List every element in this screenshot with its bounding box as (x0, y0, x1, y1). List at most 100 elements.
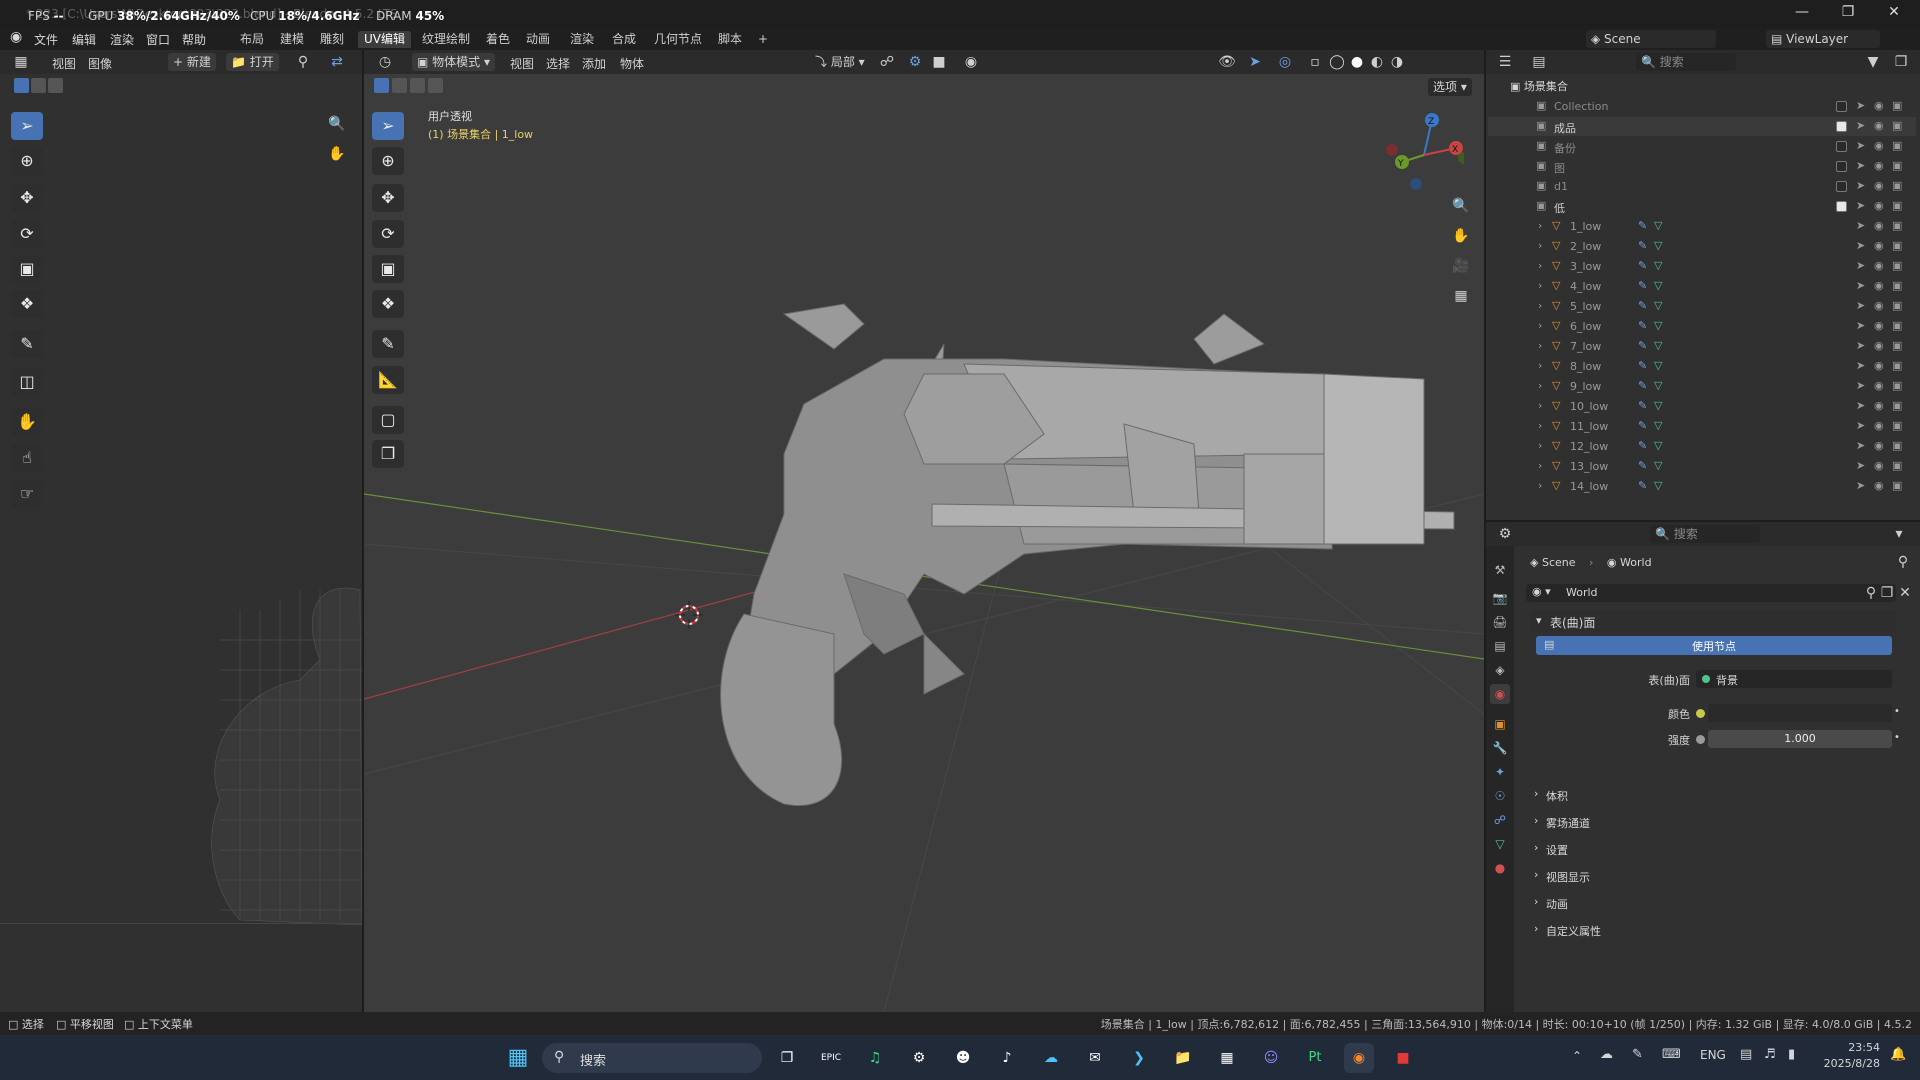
network-icon[interactable]: ▤ (1740, 1047, 1752, 1062)
clock-date[interactable]: 2025/8/28 (1812, 1057, 1880, 1070)
annotate-tool-icon[interactable]: ✎ (11, 330, 43, 358)
modifier-icon[interactable]: ✎ (1638, 439, 1647, 452)
select-toggle-icon[interactable]: ➤ (1856, 319, 1865, 332)
render-toggle-icon[interactable]: ▣ (1892, 119, 1902, 132)
outliner-object-row[interactable]: › ▽ 3_low ✎ ▽ ➤ ◉ ▣ (1488, 257, 1916, 276)
tab-texture-paint[interactable]: 纹理绘制 (416, 31, 476, 48)
chat-app-icon[interactable]: ☁ (1036, 1043, 1066, 1073)
open-image-button[interactable]: 📁 打开 (226, 53, 279, 71)
view-layer-tab-icon[interactable]: ▤ (1490, 636, 1510, 656)
eye-icon[interactable]: ◉ (1874, 239, 1884, 252)
pycharm-icon[interactable]: Pt (1300, 1043, 1330, 1073)
tab-animation[interactable]: 动画 (520, 31, 556, 48)
expand-arrow-icon[interactable]: › (1538, 439, 1542, 452)
select-toggle-icon[interactable]: ➤ (1856, 259, 1865, 272)
mesh-data-icon[interactable]: ▽ (1654, 379, 1662, 392)
vp-rotate-tool-icon[interactable]: ⟳ (372, 220, 404, 248)
camera-view-icon[interactable]: 🎥 (1450, 256, 1472, 276)
shading-material-icon[interactable]: ◐ (1366, 52, 1388, 72)
vp-transform-tool-icon[interactable]: ❖ (372, 290, 404, 318)
viewport-editor-type-icon[interactable]: ◷ (374, 52, 396, 72)
mesh-data-icon[interactable]: ▽ (1654, 359, 1662, 372)
modifier-icon[interactable]: ✎ (1638, 419, 1647, 432)
expand-arrow-icon[interactable]: › (1538, 319, 1542, 332)
scale-tool-icon[interactable]: ▣ (11, 255, 43, 283)
modifier-icon[interactable]: ✎ (1638, 219, 1647, 232)
expand-arrow-icon[interactable]: › (1538, 399, 1542, 412)
vp-select-tool-icon[interactable]: ➢ (372, 112, 404, 140)
menu-help[interactable]: 帮助 (182, 31, 206, 48)
outliner-object-row[interactable]: › ▽ 4_low ✎ ▽ ➤ ◉ ▣ (1488, 277, 1916, 296)
shading-rendered-icon[interactable]: ◑ (1386, 52, 1408, 72)
expand-arrow-icon[interactable]: › (1538, 379, 1542, 392)
expand-arrow-icon[interactable]: › (1538, 219, 1542, 232)
relax-tool-icon[interactable]: ☝ (11, 444, 43, 472)
render-toggle-icon[interactable]: ▣ (1892, 299, 1902, 312)
cursor-tool-icon[interactable]: ⊕ (11, 147, 43, 175)
physics-tab-icon[interactable]: ☉ (1490, 786, 1510, 806)
select-tool-icon[interactable]: ➢ (11, 112, 43, 140)
exclude-checkbox[interactable] (1836, 101, 1847, 112)
move-tool-icon[interactable]: ✥ (11, 184, 43, 212)
viewport-scene[interactable] (364, 74, 1484, 1012)
eye-icon[interactable]: ◉ (1874, 379, 1884, 392)
minimize-icon[interactable]: — (1782, 4, 1822, 24)
outliner-object-row[interactable]: › ▽ 1_low ✎ ▽ ➤ ◉ ▣ (1488, 217, 1916, 236)
select-toggle-icon[interactable]: ➤ (1856, 439, 1865, 452)
color-keyframe-icon[interactable]: • (1894, 706, 1900, 717)
tab-scripting[interactable]: 脚本 (712, 31, 748, 48)
qq-icon[interactable]: ☻ (948, 1043, 978, 1073)
properties-section-header[interactable]: › 视图显示 (1530, 865, 1906, 887)
epic-games-icon[interactable]: EPIC (816, 1043, 846, 1073)
overlay-icon[interactable]: ◎ (1274, 52, 1296, 72)
eye-icon[interactable]: ◉ (1874, 359, 1884, 372)
use-nodes-button[interactable]: ▤ 使用节点 (1536, 636, 1892, 655)
properties-section-header[interactable]: › 雾场通道 (1530, 811, 1906, 833)
outliner-collection-row[interactable]: ▣ 成品 ➤ ◉ ▣ (1488, 117, 1916, 136)
modifier-tab-icon[interactable]: 🔧 (1490, 738, 1510, 758)
mail-app-icon[interactable]: ✉ (1080, 1043, 1110, 1073)
select-toggle-icon[interactable]: ➤ (1856, 119, 1865, 132)
shading-solid-icon[interactable]: ● (1346, 52, 1368, 72)
outliner-collection-row[interactable]: ▣ Collection ➤ ◉ ▣ (1488, 97, 1916, 116)
outliner-object-row[interactable]: › ▽ 8_low ✎ ▽ ➤ ◉ ▣ (1488, 357, 1916, 376)
restore-icon[interactable]: ❐ (1828, 4, 1868, 24)
eye-icon[interactable]: ◉ (1874, 119, 1884, 132)
properties-search-input[interactable]: 🔍 搜索 (1650, 525, 1760, 543)
eye-icon[interactable]: ◉ (1874, 319, 1884, 332)
select-toggle-icon[interactable]: ➤ (1856, 299, 1865, 312)
gizmo-toggle-icon[interactable]: ➤ (1244, 52, 1266, 72)
zoom-icon[interactable]: 🔍 (326, 114, 348, 134)
tray-chevron-icon[interactable]: ⌃ (1572, 1049, 1582, 1063)
tab-geometry-nodes[interactable]: 几何节点 (648, 31, 708, 48)
pen-icon[interactable]: ✎ (1632, 1047, 1643, 1062)
outliner-object-row[interactable]: › ▽ 13_low ✎ ▽ ➤ ◉ ▣ (1488, 457, 1916, 476)
vp-add-primitive-tool-icon[interactable]: ❐ (372, 440, 404, 468)
vp-scale-tool-icon[interactable]: ▣ (372, 255, 404, 283)
render-toggle-icon[interactable]: ▣ (1892, 99, 1902, 112)
vp-measure-tool-icon[interactable]: 📐 (372, 366, 404, 394)
properties-options-icon[interactable]: ▾ (1888, 524, 1910, 544)
expand-arrow-icon[interactable]: › (1538, 419, 1542, 432)
eye-icon[interactable]: ◉ (1874, 219, 1884, 232)
onedrive-icon[interactable]: ☁ (1600, 1047, 1613, 1062)
select-toggle-icon[interactable]: ➤ (1856, 219, 1865, 232)
material-tab-icon[interactable]: ● (1490, 858, 1510, 878)
properties-section-header[interactable]: › 体积 (1530, 784, 1906, 806)
select-toggle-icon[interactable]: ➤ (1856, 99, 1865, 112)
outliner-object-row[interactable]: › ▽ 5_low ✎ ▽ ➤ ◉ ▣ (1488, 297, 1916, 316)
eye-icon[interactable]: ◉ (1874, 99, 1884, 112)
surface-section-header[interactable]: ▾ 表(曲)面 (1530, 610, 1896, 632)
new-image-button[interactable]: + 新建 (168, 53, 216, 71)
outliner-object-row[interactable]: › ▽ 7_low ✎ ▽ ➤ ◉ ▣ (1488, 337, 1916, 356)
eye-icon[interactable]: ◉ (1874, 199, 1884, 212)
outliner-object-row[interactable]: › ▽ 6_low ✎ ▽ ➤ ◉ ▣ (1488, 317, 1916, 336)
select-toggle-icon[interactable]: ➤ (1856, 279, 1865, 292)
viewlayer-selector[interactable]: ▤ ViewLayer (1766, 30, 1880, 48)
new-collection-icon[interactable]: ❐ (1890, 52, 1912, 72)
scene-selector[interactable]: ◈ Scene (1586, 30, 1716, 48)
start-menu-icon[interactable]: ▦ (503, 1043, 533, 1073)
tab-rendering[interactable]: 渲染 (564, 31, 600, 48)
eye-icon[interactable]: ◉ (1874, 279, 1884, 292)
render-toggle-icon[interactable]: ▣ (1892, 419, 1902, 432)
